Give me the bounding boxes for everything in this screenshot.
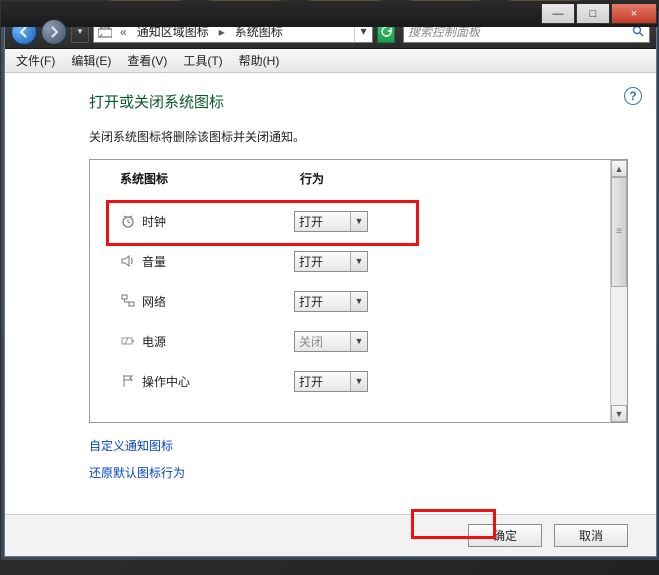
chevron-down-icon: ▼ xyxy=(350,292,367,311)
refresh-icon xyxy=(381,26,392,37)
control-panel-window: — □ × ▾ « 通知区域图标 ▸ 系统图标 ▾ 搜索控制面板 xyxy=(4,14,657,557)
scroll-track[interactable] xyxy=(611,177,627,405)
minimize-button[interactable]: — xyxy=(541,4,575,24)
row-label: 音量 xyxy=(142,253,294,270)
scroll-thumb[interactable] xyxy=(611,177,627,287)
menu-view[interactable]: 查看(V) xyxy=(120,49,174,72)
row-label: 时钟 xyxy=(142,213,294,230)
row-action-center: 操作中心 打开 ▼ xyxy=(114,361,596,401)
dropdown-action-center[interactable]: 打开 ▼ xyxy=(294,371,368,392)
clock-icon xyxy=(120,213,142,229)
dropdown-volume[interactable]: 打开 ▼ xyxy=(294,251,368,272)
row-label: 电源 xyxy=(142,333,294,350)
system-icons-list: 系统图标 行为 时钟 打开 ▼ xyxy=(89,159,628,423)
menu-help[interactable]: 帮助(H) xyxy=(232,49,287,72)
row-label: 网络 xyxy=(142,293,294,310)
titlebar[interactable]: — □ × xyxy=(1,1,658,27)
row-power: 电源 关闭 ▼ xyxy=(114,321,596,361)
maximize-button[interactable]: □ xyxy=(576,4,610,24)
ok-button[interactable]: 确定 xyxy=(468,524,542,547)
tray-icon xyxy=(94,26,116,38)
scrollbar[interactable]: ▲ ▼ xyxy=(610,160,627,422)
speaker-icon xyxy=(120,253,142,269)
row-clock: 时钟 打开 ▼ xyxy=(114,201,596,241)
battery-icon xyxy=(120,333,142,349)
links-section: 自定义通知图标 还原默认图标行为 xyxy=(89,437,628,491)
link-restore-default[interactable]: 还原默认图标行为 xyxy=(89,464,628,481)
chevron-down-icon: ▼ xyxy=(350,332,367,351)
row-volume: 音量 打开 ▼ xyxy=(114,241,596,281)
content-area: ? 打开或关闭系统图标 关闭系统图标将删除该图标并关闭通知。 系统图标 行为 时… xyxy=(5,73,656,556)
close-button[interactable]: × xyxy=(611,4,657,24)
row-network: 网络 打开 ▼ xyxy=(114,281,596,321)
dropdown-network[interactable]: 打开 ▼ xyxy=(294,291,368,312)
cancel-button[interactable]: 取消 xyxy=(554,524,628,547)
dropdown-power: 关闭 ▼ xyxy=(294,331,368,352)
network-icon xyxy=(120,293,142,309)
arrow-left-icon xyxy=(18,26,30,38)
chevron-down-icon: ▼ xyxy=(350,252,367,271)
flag-icon xyxy=(120,373,142,389)
dropdown-clock[interactable]: 打开 ▼ xyxy=(294,211,368,232)
footer-bar: 确定 取消 xyxy=(5,514,656,556)
chevron-down-icon: ▼ xyxy=(350,372,367,391)
scroll-up-button[interactable]: ▲ xyxy=(611,160,627,177)
menu-file[interactable]: 文件(F) xyxy=(9,49,62,72)
column-header-icon: 系统图标 xyxy=(120,170,300,187)
page-title: 打开或关闭系统图标 xyxy=(89,91,628,112)
link-customize-notification-icons[interactable]: 自定义通知图标 xyxy=(89,437,628,454)
menu-edit[interactable]: 编辑(E) xyxy=(64,49,118,72)
menu-tools[interactable]: 工具(T) xyxy=(176,49,229,72)
arrow-right-icon xyxy=(48,26,60,38)
menu-bar: 文件(F) 编辑(E) 查看(V) 工具(T) 帮助(H) xyxy=(5,49,656,73)
help-icon[interactable]: ? xyxy=(624,87,642,105)
row-label: 操作中心 xyxy=(142,373,294,390)
chevron-down-icon: ▼ xyxy=(350,212,367,231)
column-header-action: 行为 xyxy=(300,170,324,187)
page-description: 关闭系统图标将删除该图标并关闭通知。 xyxy=(89,128,628,145)
forward-button[interactable] xyxy=(41,19,67,45)
scroll-down-button[interactable]: ▼ xyxy=(611,405,627,422)
